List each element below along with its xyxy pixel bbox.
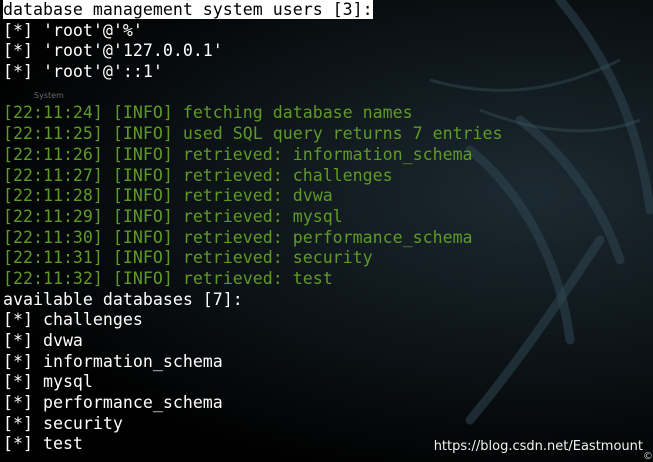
blank-line (3, 83, 503, 104)
line-text: [22:11:25] [INFO] used SQL query returns… (3, 124, 503, 144)
output-line: [*] security (3, 414, 503, 435)
log-line: [22:11:24] [INFO] fetching database name… (3, 103, 503, 124)
log-line: [22:11:31] [INFO] retrieved: security (3, 248, 503, 269)
output-line: [*] mysql (3, 372, 503, 393)
output-line: [*] information_schema (3, 352, 503, 373)
line-text: available databases [7]: (3, 289, 243, 309)
output-line: [*] 'root'@'::1' (3, 62, 503, 83)
line-text: [22:11:24] [INFO] fetching database name… (3, 103, 413, 123)
line-text: database management system users [3]: (3, 0, 373, 19)
line-text: [22:11:30] [INFO] retrieved: performance… (3, 227, 473, 247)
line-text: [*] test (3, 434, 83, 454)
line-text: [*] dvwa (3, 331, 83, 350)
line-text: [*] 'root'@'%' (3, 20, 143, 40)
line-text: [22:11:26] [INFO] retrieved: information… (3, 144, 473, 164)
log-line: [22:11:29] [INFO] retrieved: mysql (3, 207, 503, 228)
line-text: [*] challenges (3, 310, 143, 330)
output-line: [*] performance_schema (3, 393, 503, 414)
log-line: [22:11:30] [INFO] retrieved: performance… (3, 228, 503, 249)
terminal-window[interactable]: System database management system users … (0, 0, 653, 462)
output-line: [*] challenges (3, 310, 503, 331)
log-line: [22:11:26] [INFO] retrieved: information… (3, 145, 503, 166)
output-line: [*] 'root'@'127.0.0.1' (3, 41, 503, 62)
line-text: [*] information_schema (3, 351, 223, 371)
output-line: [*] test (3, 434, 503, 455)
line-text: [22:11:32] [INFO] retrieved: test (3, 268, 333, 288)
output-line: [*] 'root'@'%' (3, 21, 503, 42)
output-line: available databases [7]: (3, 290, 503, 311)
line-text: [*] security (3, 413, 123, 433)
watermark-text: https://blog.csdn.net/Eastmount (433, 439, 643, 454)
log-line: [22:11:27] [INFO] retrieved: challenges (3, 166, 503, 187)
log-line: [22:11:32] [INFO] retrieved: test (3, 269, 503, 290)
terminal-output: database management system users [3]: [*]… (3, 0, 503, 455)
line-text: [22:11:27] [INFO] retrieved: challenges (3, 165, 393, 185)
line-text: [*] performance_schema (3, 393, 223, 413)
line-text: [*] 'root'@'127.0.0.1' (3, 41, 223, 61)
line-text: [*] 'root'@'::1' (3, 62, 163, 82)
line-text: [22:11:28] [INFO] retrieved: dvwa (3, 186, 333, 206)
output-line: database management system users [3]: (3, 0, 503, 21)
corner-mark: © (643, 451, 653, 462)
log-line: [22:11:28] [INFO] retrieved: dvwa (3, 186, 503, 207)
line-text: [*] mysql (3, 372, 93, 392)
line-text: [22:11:29] [INFO] retrieved: mysql (3, 206, 343, 226)
output-line: [*] dvwa (3, 331, 503, 352)
log-line: [22:11:25] [INFO] used SQL query returns… (3, 124, 503, 145)
line-text: [22:11:31] [INFO] retrieved: security (3, 248, 373, 268)
